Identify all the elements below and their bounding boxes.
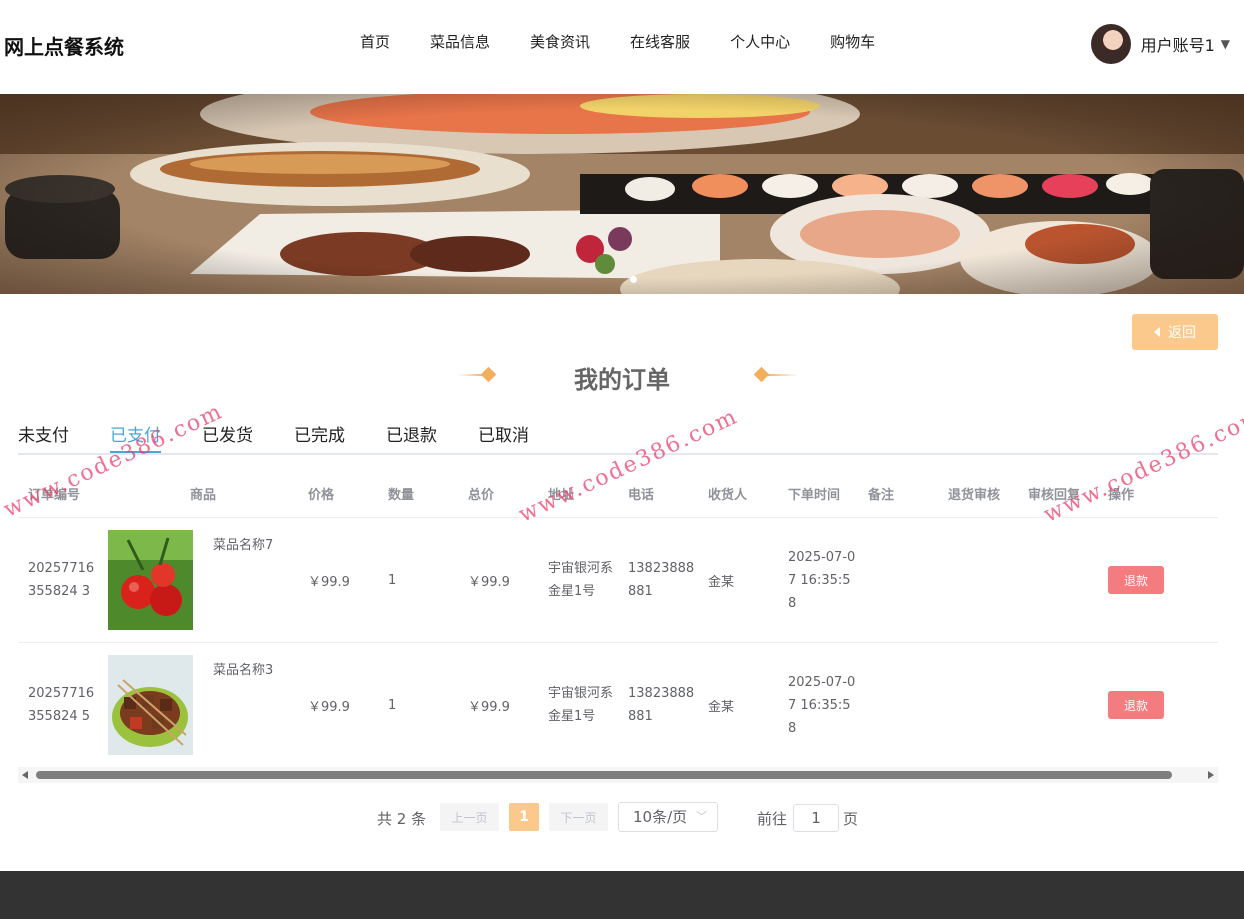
address: 宇宙银河系金星1号 <box>548 686 614 724</box>
goto-page-input[interactable] <box>793 804 839 832</box>
col-order-time: 下单时间 <box>788 488 841 503</box>
nav-dishes[interactable]: 菜品信息 <box>410 31 510 53</box>
goods-image-skewers <box>108 655 193 755</box>
avatar <box>1090 24 1131 64</box>
user-name: 用户账号1 <box>1140 36 1215 55</box>
order-status-tabs: 未支付 已支付 已发货 已完成 已退款 已取消 <box>18 422 1218 455</box>
col-action: 操作 <box>1108 488 1135 503</box>
col-goods: 商品 <box>189 488 216 503</box>
main-nav: 首页 菜品信息 美食资讯 在线客服 个人中心 购物车 <box>340 31 895 53</box>
page-size-value: 10条/页 <box>633 808 688 826</box>
scroll-left-icon[interactable] <box>22 771 28 779</box>
col-note: 备注 <box>868 488 895 503</box>
banner-image <box>0 94 1244 294</box>
carousel-indicator[interactable] <box>630 276 637 283</box>
orders-table: 订单编号 商品 价格 数量 总价 地址 电话 收货人 下单时间 备注 退货审核 … <box>18 470 1218 768</box>
tab-shipped[interactable]: 已发货 <box>202 422 253 453</box>
col-phone: 电话 <box>628 488 655 503</box>
goods-name: 菜品名称3 <box>213 663 274 678</box>
goto-suffix: 页 <box>843 810 859 828</box>
table-row: 20257716355824 5 菜品名称3 ￥99.9 1 ￥99.9 宇宙银… <box>18 643 1218 768</box>
tab-cancelled[interactable]: 已取消 <box>478 422 529 453</box>
title-section: 我的订单 <box>0 356 1244 396</box>
order-time: 2025-07-07 16:35:58 <box>788 674 856 736</box>
nav-personal-center[interactable]: 个人中心 <box>710 31 810 53</box>
caret-down-icon: ▼ <box>1220 37 1230 51</box>
col-order-no: 订单编号 <box>28 488 81 503</box>
col-return-review: 退货审核 <box>948 488 1001 503</box>
col-address: 地址 <box>548 488 575 503</box>
order-no: 20257716355824 3 <box>28 561 95 599</box>
scroll-right-icon[interactable] <box>1208 771 1214 779</box>
caret-left-icon <box>1154 327 1160 337</box>
goods-name: 菜品名称7 <box>213 538 274 553</box>
total-count: 共 2 条 <box>377 810 427 828</box>
receiver: 金某 <box>708 699 735 715</box>
col-total: 总价 <box>468 488 495 503</box>
total: ￥99.9 <box>468 574 510 590</box>
nav-food-news[interactable]: 美食资讯 <box>510 31 610 53</box>
goods-cell: 菜品名称7 <box>98 530 298 630</box>
receiver: 金某 <box>708 574 735 590</box>
nav-home[interactable]: 首页 <box>340 31 410 53</box>
price: ￥99.9 <box>308 574 350 590</box>
tab-completed[interactable]: 已完成 <box>294 422 345 453</box>
tab-unpaid[interactable]: 未支付 <box>18 422 69 453</box>
footer <box>0 871 1244 919</box>
table-header: 订单编号 商品 价格 数量 总价 地址 电话 收货人 下单时间 备注 退货审核 … <box>18 470 1218 518</box>
site-logo[interactable]: 网上点餐系统 <box>4 31 124 60</box>
col-qty: 数量 <box>388 488 415 503</box>
prev-page-button[interactable]: 上一页 <box>440 803 499 831</box>
quantity: 1 <box>388 697 397 713</box>
banner-carousel[interactable] <box>0 94 1244 294</box>
table-horizontal-scrollbar[interactable] <box>18 767 1218 783</box>
goods-image-tomato <box>108 530 193 630</box>
col-review-reply: 审核回复 <box>1028 488 1081 503</box>
top-header: 网上点餐系统 首页 菜品信息 美食资讯 在线客服 个人中心 购物车 用户账号1 … <box>0 0 1244 94</box>
scrollbar-thumb[interactable] <box>36 771 1172 779</box>
title-decor-right-line <box>766 374 798 376</box>
user-menu[interactable]: 用户账号1 ▼ <box>1090 24 1230 64</box>
phone: 13823888881 <box>628 561 695 599</box>
refund-button[interactable]: 退款 <box>1108 691 1164 719</box>
nav-cart[interactable]: 购物车 <box>810 31 895 53</box>
back-button[interactable]: 返回 <box>1132 314 1218 350</box>
goods-cell: 菜品名称3 <box>98 655 298 755</box>
nav-online-service[interactable]: 在线客服 <box>610 31 710 53</box>
total: ￥99.9 <box>468 699 510 715</box>
price: ￥99.9 <box>308 699 350 715</box>
page-size-select[interactable]: 10条/页 ﹀ <box>618 802 718 832</box>
phone: 13823888881 <box>628 686 695 724</box>
back-label: 返回 <box>1168 325 1196 341</box>
tab-paid[interactable]: 已支付 <box>110 422 161 453</box>
quantity: 1 <box>388 572 397 588</box>
table-row: 20257716355824 3 菜品名称7 ￥99.9 1 ￥99.9 宇宙银… <box>18 518 1218 643</box>
page-title: 我的订单 <box>574 366 670 394</box>
action-cell: 退款 <box>1098 691 1198 719</box>
refund-button[interactable]: 退款 <box>1108 566 1164 594</box>
address: 宇宙银河系金星1号 <box>548 561 614 599</box>
order-no: 20257716355824 5 <box>28 686 95 724</box>
col-receiver: 收货人 <box>708 488 748 503</box>
pagination: 共 2 条 上一页 1 下一页 10条/页 ﹀ 前往 页 <box>0 802 1244 832</box>
order-time: 2025-07-07 16:35:58 <box>788 549 856 611</box>
page-number-current[interactable]: 1 <box>509 803 539 831</box>
next-page-button[interactable]: 下一页 <box>549 803 608 831</box>
col-price: 价格 <box>308 488 335 503</box>
tab-refunded[interactable]: 已退款 <box>386 422 437 453</box>
chevron-down-icon: ﹀ <box>696 810 707 823</box>
action-cell: 退款 <box>1098 566 1198 594</box>
goto-label: 前往 <box>757 810 788 828</box>
